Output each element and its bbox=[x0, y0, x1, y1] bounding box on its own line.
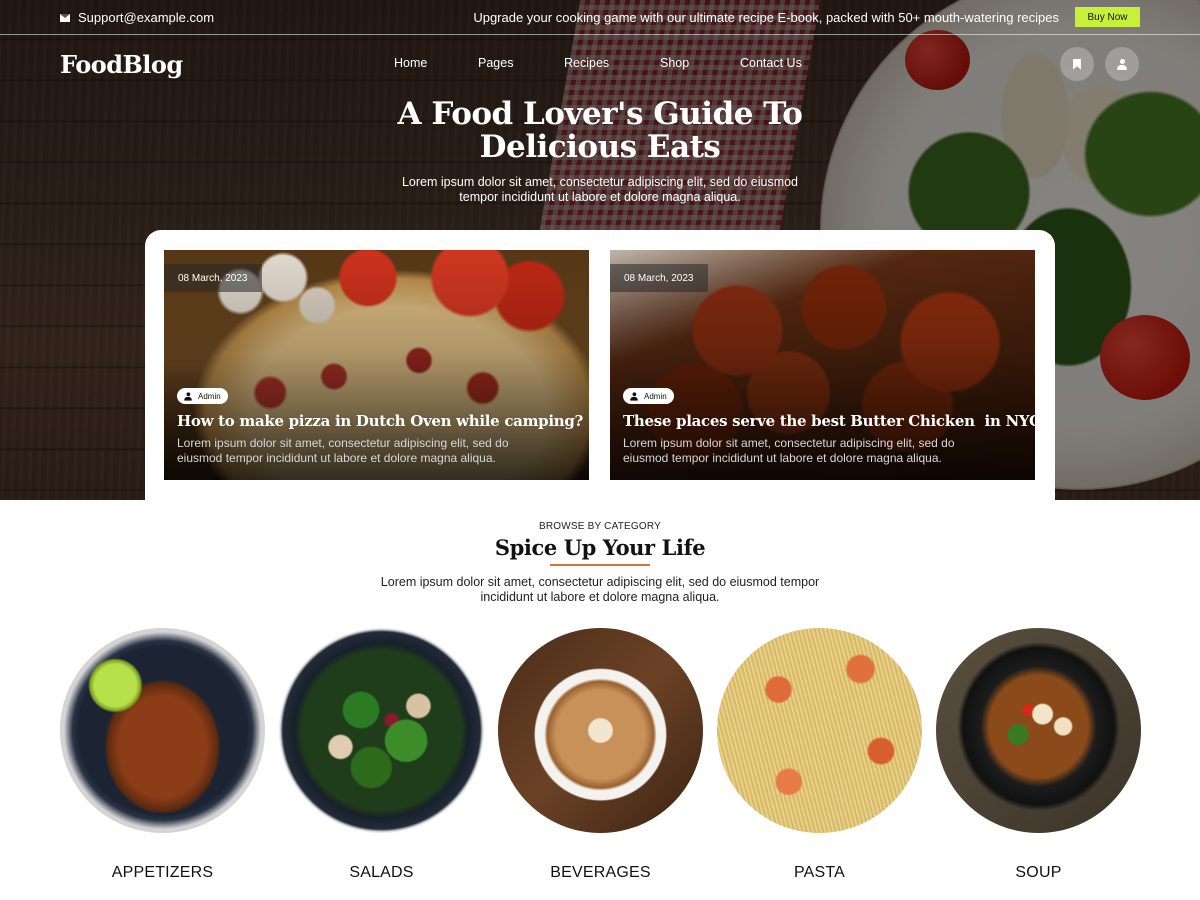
hero-title: A Food Lover's Guide To Delicious Eats bbox=[300, 98, 900, 164]
account-button[interactable] bbox=[1105, 47, 1139, 81]
author-name: Admin bbox=[644, 391, 667, 401]
category-salads[interactable]: SALADS bbox=[279, 628, 484, 882]
section-subtitle: Lorem ipsum dolor sit amet, consectetur … bbox=[360, 575, 840, 605]
category-label: PASTA bbox=[793, 864, 846, 881]
post-date: 08 March, 2023 bbox=[610, 264, 708, 292]
category-label: SOUP bbox=[1015, 864, 1062, 881]
soup-image bbox=[936, 628, 1141, 833]
post-excerpt: Lorem ipsum dolor sit amet, consectetur … bbox=[177, 436, 509, 465]
section-title: Spice Up Your Life bbox=[494, 535, 706, 560]
category-label: BEVERAGES bbox=[550, 864, 651, 881]
hero-subtitle-line: Lorem ipsum dolor sit amet, consectetur … bbox=[401, 175, 799, 189]
hero-title-line: A Food Lover's Guide To bbox=[397, 96, 803, 132]
main-nav: Home Pages Recipes Shop Contact Us bbox=[0, 56, 1200, 72]
hero-title-line: Delicious Eats bbox=[479, 129, 721, 165]
section-subtitle-line: Lorem ipsum dolor sit amet, consectetur … bbox=[380, 575, 820, 589]
buy-now-button[interactable]: Buy Now bbox=[1075, 7, 1140, 27]
user-icon bbox=[630, 391, 638, 401]
hero-subtitle: Lorem ipsum dolor sit amet, consectetur … bbox=[380, 175, 820, 205]
bookmark-icon bbox=[1073, 58, 1081, 70]
support-email[interactable]: Support@example.com bbox=[60, 10, 214, 25]
promo-text: Upgrade your cooking game with our ultim… bbox=[473, 10, 1059, 25]
hero-subtitle-line: tempor incididunt ut labore et dolore ma… bbox=[459, 190, 741, 204]
salads-image bbox=[279, 628, 484, 833]
bookmark-button[interactable] bbox=[1060, 47, 1094, 81]
nav-item-contact-us[interactable]: Contact Us bbox=[740, 56, 802, 70]
post-title[interactable]: How to make pizza in Dutch Oven while ca… bbox=[177, 412, 583, 430]
author-name: Admin bbox=[198, 391, 221, 401]
category-soup[interactable]: SOUP bbox=[936, 628, 1141, 882]
section-subtitle-line: incididunt ut labore et dolore magna ali… bbox=[480, 590, 720, 604]
post-title[interactable]: These places serve the best Butter Chick… bbox=[623, 412, 1035, 430]
author-badge[interactable]: Admin bbox=[177, 388, 228, 404]
user-icon bbox=[184, 391, 192, 401]
category-pasta[interactable]: PASTA bbox=[717, 628, 922, 882]
nav-item-shop[interactable]: Shop bbox=[660, 56, 689, 70]
category-appetizers[interactable]: APPETIZERS bbox=[60, 628, 265, 882]
post-date: 08 March, 2023 bbox=[164, 264, 262, 292]
category-label: APPETIZERS bbox=[111, 864, 214, 881]
appetizers-image bbox=[60, 628, 265, 833]
author-badge[interactable]: Admin bbox=[623, 388, 674, 404]
nav-item-recipes[interactable]: Recipes bbox=[564, 56, 609, 70]
post-card[interactable]: 08 March, 2023 Admin These places serve … bbox=[610, 250, 1035, 480]
category-label: SALADS bbox=[349, 864, 414, 881]
title-underline bbox=[550, 564, 650, 566]
section-eyebrow: BROWSE BY CATEGORY bbox=[539, 521, 661, 532]
nav-item-home[interactable]: Home bbox=[394, 56, 427, 70]
post-card[interactable]: 08 March, 2023 Admin How to make pizza i… bbox=[164, 250, 589, 480]
user-icon bbox=[1117, 58, 1127, 70]
beverages-image bbox=[498, 628, 703, 833]
nav-item-pages[interactable]: Pages bbox=[478, 56, 513, 70]
envelope-icon bbox=[60, 13, 70, 22]
pasta-image bbox=[717, 628, 922, 833]
top-bar: Support@example.com Upgrade your cooking… bbox=[0, 0, 1200, 35]
support-email-text: Support@example.com bbox=[78, 10, 215, 25]
post-excerpt: Lorem ipsum dolor sit amet, consectetur … bbox=[623, 436, 955, 465]
category-beverages[interactable]: BEVERAGES bbox=[498, 628, 703, 882]
